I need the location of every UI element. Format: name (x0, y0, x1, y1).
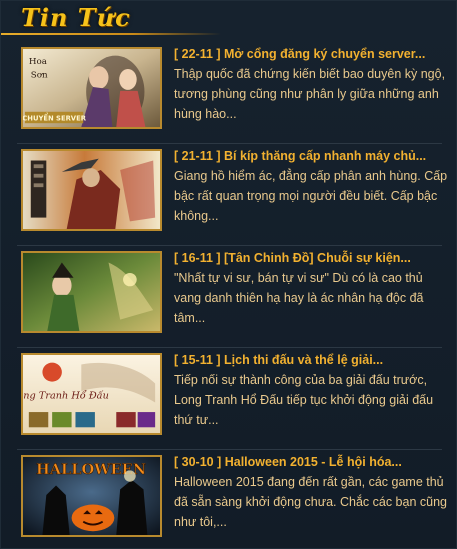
news-summary: "Nhất tự vi sư, bán tự vi sư" Dù có là c… (174, 271, 424, 325)
thumbnail-art-tournament: Long Tranh Hổ Đấu (23, 355, 160, 433)
news-item[interactable]: Hoa Sơn CHUYỂN SERVER [ 22-11 ] Mở cổng … (1, 45, 457, 147)
news-summary: Tiếp nối sự thành công của ba giải đấu t… (174, 373, 434, 427)
news-title-link[interactable]: [ 16-11 ] [Tân Chinh Đồ] Chuỗi sự kiện..… (174, 249, 448, 267)
thumbnail-art-server: Hoa Sơn CHUYỂN SERVER (23, 49, 160, 127)
news-summary: Giang hồ hiểm ác, đẳng cấp phân anh hùng… (174, 169, 448, 223)
news-text: [ 15-11 ] Lịch thi đấu và thể lệ giải...… (174, 351, 448, 430)
thumb-caption: Long Tranh Hổ Đấu (23, 390, 109, 402)
news-title-link[interactable]: [ 21-11 ] Bí kíp thăng cấp nhanh máy chủ… (174, 147, 448, 165)
news-summary: Thập quốc đã chứng kiến biết bao duyên k… (174, 67, 446, 121)
thumbnail-art-event (23, 253, 160, 331)
news-text: [ 30-10 ] Halloween 2015 - Lễ hội hóa...… (174, 453, 448, 532)
news-divider (17, 449, 442, 450)
news-thumbnail[interactable] (21, 251, 162, 333)
news-item[interactable]: HALLOWEEN [ 30-10 ] Halloween 2015 - Lễ … (1, 453, 457, 549)
news-header-title: Tin Tức (21, 3, 131, 32)
news-text: [ 21-11 ] Bí kíp thăng cấp nhanh máy chủ… (174, 147, 448, 226)
header-underline (1, 33, 221, 35)
news-thumbnail[interactable]: Hoa Sơn CHUYỂN SERVER (21, 47, 162, 129)
news-text: [ 16-11 ] [Tân Chinh Đồ] Chuỗi sự kiện..… (174, 249, 448, 328)
thumbnail-art-levelup (23, 151, 160, 229)
news-title-link[interactable]: [ 15-11 ] Lịch thi đấu và thể lệ giải... (174, 351, 448, 369)
news-title-link[interactable]: [ 22-11 ] Mở cổng đăng ký chuyển server.… (174, 45, 448, 63)
news-divider (17, 347, 442, 348)
news-divider (17, 143, 442, 144)
news-header: Tin Tức (1, 1, 457, 37)
news-item[interactable]: [ 16-11 ] [Tân Chinh Đồ] Chuỗi sự kiện..… (1, 249, 457, 351)
thumb-caption: CHUYỂN SERVER (23, 112, 87, 122)
thumbnail-art-halloween: HALLOWEEN (23, 457, 160, 535)
news-thumbnail[interactable]: Long Tranh Hổ Đấu (21, 353, 162, 435)
svg-text:Sơn: Sơn (31, 71, 48, 81)
news-divider (17, 245, 442, 246)
svg-text:Hoa: Hoa (29, 57, 47, 67)
news-item[interactable]: [ 21-11 ] Bí kíp thăng cấp nhanh máy chủ… (1, 147, 457, 249)
news-text: [ 22-11 ] Mở cổng đăng ký chuyển server.… (174, 45, 448, 124)
news-thumbnail[interactable]: HALLOWEEN (21, 455, 162, 537)
news-item[interactable]: Long Tranh Hổ Đấu [ 15-11 ] Lịch thi đấu… (1, 351, 457, 453)
news-summary: Halloween 2015 đang đến rất gần, các gam… (174, 475, 447, 529)
news-panel: Tin Tức Hoa Sơn CHUYỂN SERVER [22-11] … (0, 0, 457, 549)
news-thumbnail[interactable] (21, 149, 162, 231)
news-title-link[interactable]: [ 30-10 ] Halloween 2015 - Lễ hội hóa... (174, 453, 448, 471)
